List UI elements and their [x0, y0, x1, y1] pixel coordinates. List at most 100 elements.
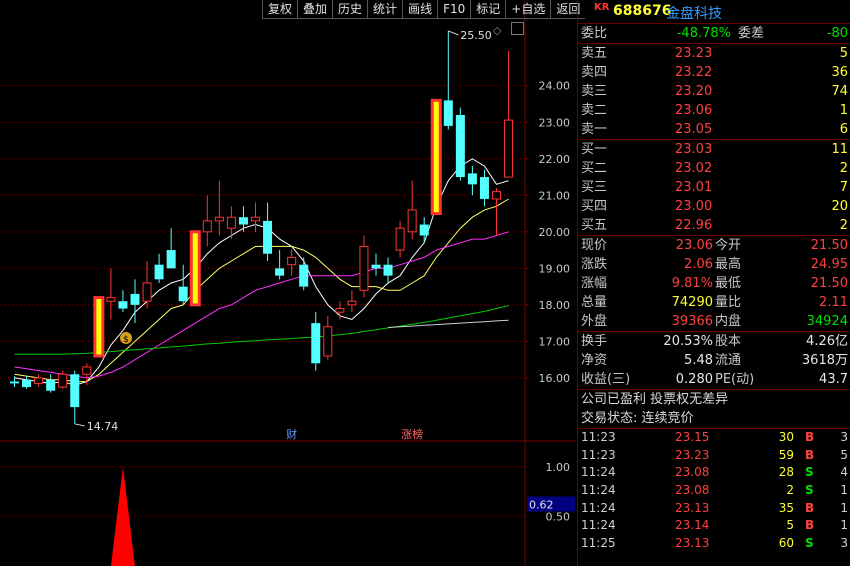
kline-chart[interactable]: 16.00 17.00 18.00 19.00 20.00 21.00 22.00 23.00… — [0, 0, 576, 566]
candle-body — [130, 293, 140, 305]
fuquan-button[interactable]: 复权 — [262, 0, 298, 19]
candle-body — [455, 114, 465, 178]
y-tick-label: 17.00 — [539, 335, 571, 348]
quote-row: 涨跌 2.06 最高 24.95 — [578, 255, 850, 274]
y-tick-label: 22.00 — [539, 153, 571, 166]
sells-level-row[interactable]: 卖二 23.06 1 — [578, 101, 850, 120]
quote-value: 9.81% — [671, 276, 713, 291]
wb-value: -48.78% — [676, 26, 731, 41]
draw-line-button[interactable]: 画线 — [402, 0, 438, 19]
stat-label: 股本 — [715, 334, 742, 349]
buys-level-row[interactable]: 买一 23.03 11 — [578, 140, 850, 159]
level-label: 买二 — [581, 161, 608, 176]
stat-value: 43.7 — [819, 372, 848, 387]
trade-side: B — [805, 430, 815, 444]
stat-label: 净资 — [581, 353, 608, 368]
sells-level-row[interactable]: 卖四 23.22 36 — [578, 63, 850, 82]
stock-chart-app: 16.00 17.00 18.00 19.00 20.00 21.00 22.00 23.00… — [0, 0, 850, 566]
order-ratio-section: 委比 -48.78% 委差 -80 — [578, 24, 850, 44]
stat-label: 收益(三) — [581, 372, 631, 387]
sell-book: 卖五 23.23 5 卖四 23.22 36 卖三 23.20 74 卖二 23.06 1 卖一 23.0… — [578, 44, 850, 140]
candle-body — [70, 374, 80, 408]
trade-side: B — [805, 518, 815, 533]
quote-row: 现价 23.06 今开 21.50 — [578, 236, 850, 255]
trade-count: 1 — [840, 500, 848, 515]
level-label: 买一 — [581, 142, 608, 157]
low-annotation: 14.74 — [87, 420, 119, 433]
trade-qty: 5 — [786, 518, 794, 533]
trade-row: 11:24 23.08 28 S 4 — [578, 464, 850, 482]
buys-level-row[interactable]: 买四 23.00 20 — [578, 197, 850, 216]
candle-body — [46, 379, 56, 391]
diamond-icon[interactable]: ◇ — [493, 24, 501, 37]
stats-button[interactable]: 统计 — [367, 0, 403, 19]
trade-price: 23.13 — [675, 500, 710, 515]
quote-label: 涨幅 — [581, 276, 608, 291]
candle-body — [93, 296, 105, 358]
buys-level-row[interactable]: 买三 23.01 7 — [578, 178, 850, 197]
stat-row: 净资 5.48 流通 3618万 — [578, 351, 850, 370]
candle-body — [22, 379, 32, 388]
trade-side: S — [805, 465, 814, 480]
level-volume: 11 — [831, 142, 848, 157]
quote-value: 23.06 — [675, 238, 713, 253]
level-price: 23.01 — [675, 180, 713, 195]
quote-value: 2.11 — [819, 295, 848, 310]
level-price: 23.05 — [675, 122, 713, 137]
trade-price: 23.14 — [675, 518, 710, 533]
trade-row: 11:23 23.15 30 B 3 — [578, 429, 850, 447]
level-label: 卖三 — [581, 84, 608, 99]
trade-price: 23.08 — [675, 465, 710, 480]
fundamental-stats: 换手 20.53% 股本 4.26亿 净资 5.48 流通 3618万 收益(三) 0.280 PE… — [578, 332, 850, 390]
candle-body — [238, 217, 248, 225]
trade-row: 11:24 23.14 5 B 1 — [578, 517, 850, 535]
ind-tick-label: 0.50 — [546, 510, 571, 523]
candle-body — [419, 224, 429, 236]
maximize-icon[interactable] — [511, 22, 524, 35]
sells-level-row[interactable]: 卖五 23.23 5 — [578, 44, 850, 63]
candle-body — [395, 227, 405, 251]
stat-value: 4.26亿 — [806, 334, 848, 349]
stat-row: 收益(三) 0.280 PE(动) 43.7 — [578, 370, 850, 389]
quote-label: 今开 — [715, 238, 742, 253]
sells-level-row[interactable]: 卖一 23.05 6 — [578, 120, 850, 139]
level-volume: 7 — [839, 180, 848, 195]
trade-side: S — [805, 536, 814, 551]
candle-body — [430, 98, 442, 216]
stock-name[interactable]: 金盘科技 — [666, 3, 722, 23]
stat-value: 0.280 — [675, 372, 713, 387]
trade-time: 11:24 — [581, 465, 616, 480]
indicator-spike — [110, 466, 135, 566]
history-button[interactable]: 历史 — [332, 0, 368, 19]
sells-level-row[interactable]: 卖三 23.20 74 — [578, 82, 850, 101]
trade-time: 11:23 — [581, 430, 616, 444]
candle-body — [251, 216, 260, 222]
notes-section: 公司已盈利 投票权无差异 交易状态: 连续竞价 — [578, 390, 850, 429]
candle-body — [178, 286, 188, 302]
stock-code: 688676 — [613, 3, 672, 19]
stat-label: 流通 — [715, 353, 742, 368]
candle-body — [10, 381, 19, 384]
trade-count: 4 — [840, 465, 848, 480]
level-price: 23.03 — [675, 142, 713, 157]
low-pointer — [74, 423, 85, 427]
level-label: 买三 — [581, 180, 608, 195]
event-marker: 涨榜 — [401, 427, 423, 441]
tick-trades[interactable]: 11:23 23.15 30 B 3 11:23 23.23 59 B 5 11:24 23.08 28… — [578, 429, 850, 553]
candle-body — [214, 216, 224, 222]
quote-label: 最低 — [715, 276, 742, 291]
level-price: 23.20 — [675, 84, 713, 99]
candle-body — [166, 250, 176, 269]
trade-count: 3 — [840, 430, 848, 444]
add-watchlist-button[interactable]: +自选 — [505, 0, 551, 19]
candle-body — [299, 264, 309, 287]
mark-button[interactable]: 标记 — [470, 0, 506, 19]
y-tick-label: 20.00 — [539, 226, 571, 239]
overlay-button[interactable]: 叠加 — [297, 0, 333, 19]
f10-button[interactable]: F10 — [437, 0, 471, 19]
level-volume: 36 — [831, 65, 848, 80]
kline-chart-area[interactable]: 16.00 17.00 18.00 19.00 20.00 21.00 22.00 23.00… — [0, 0, 586, 566]
buys-level-row[interactable]: 买五 22.96 2 — [578, 216, 850, 235]
quote-label: 内盘 — [715, 314, 742, 329]
buys-level-row[interactable]: 买二 23.02 2 — [578, 159, 850, 178]
